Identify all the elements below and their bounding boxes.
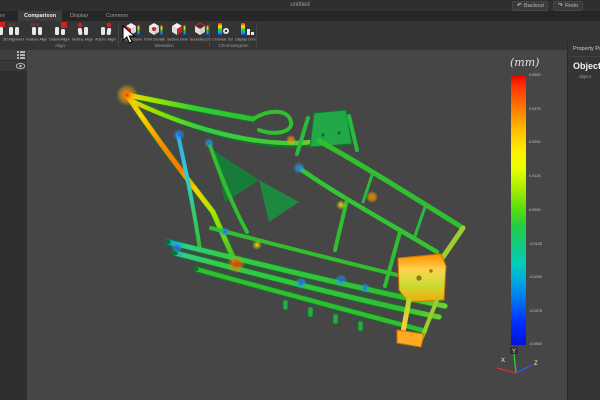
group-divider — [118, 23, 119, 47]
toolbar-item-label: Chromat. Setting — [212, 37, 233, 42]
rear-down-tube — [441, 228, 463, 260]
colorbar-tick: 0.0250 — [529, 139, 541, 144]
colorbar-tick: -0.0125 — [529, 241, 542, 246]
toolbar-item-label: Autom. Alignment — [95, 37, 116, 42]
axis-z-label: Z — [534, 361, 538, 367]
3d-alignment-icon: 123 — [6, 22, 22, 36]
boundary-deviation-icon — [192, 22, 209, 36]
toolbar-item-label: Multi-p. Alignment — [72, 37, 93, 42]
model-tree-icon — [17, 51, 25, 59]
toolbar-item-datum-alignment[interactable]: Datum Alignment — [48, 22, 71, 42]
colorbar-tick: -0.0250 — [529, 274, 542, 279]
colorbar-tick: 0.0125 — [529, 173, 541, 178]
title-bar: untitled ↶ Backout ↷ Redo — [0, 0, 600, 11]
toolbar-item-label: Boundary Deviation — [190, 37, 211, 42]
group-divider — [209, 23, 210, 47]
toolbar-item-label: Display Chromatogram — [235, 37, 256, 42]
property-panel: Property Panel Object object — [567, 42, 600, 400]
colorbar-tick: 0.0375 — [529, 106, 541, 111]
toolbar-item-multipoint-alignment[interactable]: Multi-p. Alignment — [71, 22, 94, 42]
toolbar-item-3d-alignment[interactable]: 123 3D Alignment — [2, 22, 25, 42]
group-divider — [256, 23, 257, 47]
undo-icon: ↶ — [517, 2, 522, 10]
mouse-cursor-icon — [122, 25, 138, 45]
rear-bracket-plate — [310, 110, 352, 147]
ribbon-tab-bar: re Comparison Display Common — [0, 11, 600, 21]
svg-text:RPS: RPS — [31, 22, 40, 27]
toolbar-item-automatic-alignment[interactable]: Autom. Alignment — [94, 22, 117, 42]
toolbar-item-section-deviation[interactable]: Section Deviation — [166, 22, 189, 42]
colorbar-unit-label: (mm) — [510, 56, 539, 69]
toolbar-item-label: 3D Alignment — [3, 37, 24, 42]
object-heading: Object — [568, 57, 600, 71]
datum-alignment-icon — [52, 22, 68, 36]
undo-label: Backout — [524, 2, 544, 10]
svg-text:123: 123 — [8, 22, 15, 27]
colorbar — [511, 75, 526, 345]
toolbar-item-label: Point Deviation — [144, 37, 165, 42]
toolbar-item-label: Datum Alignment — [49, 37, 70, 42]
model-tree-toggle-button[interactable] — [0, 50, 27, 60]
window-title: untitled — [0, 2, 600, 8]
object-item[interactable]: object — [568, 71, 600, 79]
section-deviation-icon — [169, 22, 186, 36]
rear-mid-tube — [299, 168, 437, 252]
tab-partial[interactable]: re — [0, 11, 7, 21]
application-window: untitled ↶ Backout ↷ Redo re Comparison … — [0, 0, 600, 400]
toolbar-item-label: Section Deviation — [167, 37, 188, 42]
toolbar-item-label: Feature Alignment — [26, 37, 47, 42]
rear-top-tube — [319, 141, 463, 228]
group-label-align: Align — [2, 43, 118, 50]
redo-button[interactable]: ↷ Redo — [553, 1, 583, 11]
display-chromatogram-icon — [238, 22, 254, 36]
frame-model[interactable] — [27, 50, 567, 400]
colorbar-tick: 0.0000 — [529, 207, 541, 212]
axis-y-label: Y — [512, 349, 516, 355]
redo-label: Redo — [565, 2, 578, 10]
visibility-toggle-button[interactable] — [0, 61, 27, 71]
right-end-plate — [398, 254, 446, 302]
toolbar-item-display-chromatogram[interactable]: Display Chromatogram — [234, 22, 257, 42]
colorbar-tick: 0.0500 — [529, 72, 541, 77]
automatic-alignment-icon — [98, 22, 114, 36]
axis-x-label: X — [501, 358, 505, 364]
gusset-plate — [259, 180, 299, 222]
eye-icon — [16, 62, 25, 70]
tab-common[interactable]: Common — [100, 11, 134, 21]
ribbon-toolbar: 123 3D Alignment RPS Feature Alignment D… — [0, 21, 600, 51]
left-sidebar — [0, 50, 28, 400]
colorbar-tick: -0.0375 — [529, 308, 542, 313]
toolbar-item-feature-alignment[interactable]: RPS Feature Alignment — [25, 22, 48, 42]
tab-display[interactable]: Display — [64, 11, 94, 21]
viewport-3d[interactable]: (mm) 0.0500 0.0375 0.0250 0.0125 0.0000 … — [27, 50, 567, 400]
tab-comparison[interactable]: Comparison — [18, 11, 62, 21]
carrier-loop — [253, 112, 291, 133]
feature-alignment-icon: RPS — [29, 22, 45, 36]
toolbar-item-point-deviation[interactable]: Point Deviation — [143, 22, 166, 42]
chromatogram-setting-icon — [215, 22, 231, 36]
redo-icon: ↷ — [558, 2, 563, 10]
multipoint-alignment-icon — [75, 22, 91, 36]
point-deviation-icon — [146, 22, 163, 36]
undo-button[interactable]: ↶ Backout — [512, 1, 548, 11]
toolbar-item-chromatogram-setting[interactable]: Chromat. Setting — [211, 22, 234, 42]
group-label-chromatogram: Chromatogram — [211, 43, 256, 50]
axis-gizmo: Y X Z — [488, 345, 548, 385]
property-panel-title: Property Panel — [568, 42, 600, 52]
